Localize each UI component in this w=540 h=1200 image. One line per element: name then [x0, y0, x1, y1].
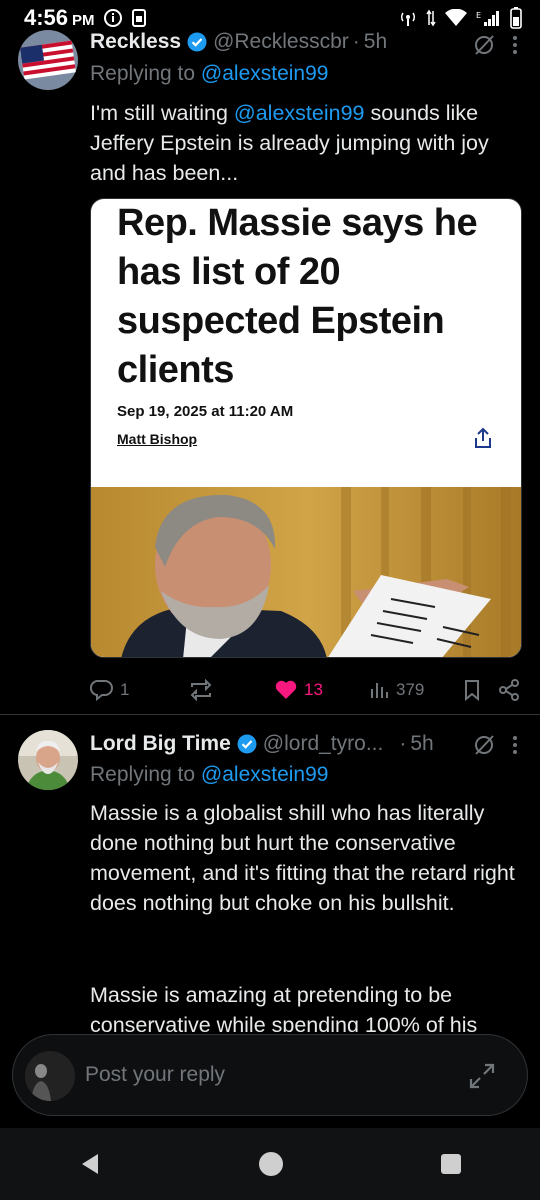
android-nav-bar [0, 1128, 540, 1200]
home-icon[interactable] [257, 1150, 285, 1178]
replying-to: Replying to @alexstein99 [90, 62, 329, 85]
timestamp[interactable]: 5h [410, 732, 433, 756]
views-count: 379 [396, 680, 425, 699]
user-avatar-icon [25, 1051, 75, 1101]
massie-photo-image [91, 487, 521, 657]
reply-input[interactable]: Post your reply [85, 1063, 225, 1087]
verified-badge-icon [187, 32, 207, 52]
verified-badge-icon [237, 734, 257, 754]
tweet-header: Reckless @Recklesscbr · 5h [90, 30, 387, 54]
media-image[interactable]: Rep. Massie says he has list of 20 suspe… [90, 198, 522, 658]
mention-link[interactable]: @alexstein99 [234, 101, 365, 125]
info-icon [103, 9, 122, 27]
user-avatar [25, 1051, 75, 1101]
tweet-text-paragraph-2: Massie is amazing at pretending to be co… [90, 983, 478, 1032]
article-author: Matt Bishop [117, 431, 198, 447]
handle[interactable]: @lord_tyro... [263, 732, 384, 756]
article-date: Sep 19, 2025 at 11:20 AM [117, 403, 294, 420]
article-headline: Rep. Massie says he has list of 20 suspe… [117, 202, 478, 391]
like-count: 13 [304, 680, 323, 699]
tweet-text: Massie is a globalist shill who has lite… [90, 801, 515, 915]
svg-text:E: E [476, 11, 481, 20]
expand-icon[interactable] [467, 1061, 497, 1091]
repost-icon [190, 679, 212, 701]
grok-icon[interactable] [472, 33, 496, 57]
views-icon [371, 683, 388, 698]
status-time: 4:56 PM [24, 5, 95, 30]
hotspot-icon [400, 12, 416, 26]
heart-icon [275, 680, 297, 699]
replying-to: Replying to @alexstein99 [90, 763, 329, 786]
sim-icon [131, 9, 146, 27]
grok-icon[interactable] [472, 733, 496, 757]
separator-dot: · [399, 732, 407, 755]
more-options-icon[interactable] [512, 34, 518, 56]
like-button[interactable]: 13 [274, 679, 323, 701]
tweet-text: I'm still waiting @alexstein99 sounds li… [90, 101, 489, 185]
reply-icon [90, 679, 113, 701]
action-bar: 1 13 379 [90, 676, 520, 704]
recents-icon[interactable] [439, 1152, 463, 1176]
replying-to-link[interactable]: @alexstein99 [201, 763, 329, 786]
more-options-icon[interactable] [512, 734, 518, 756]
wifi-icon [445, 9, 467, 26]
avatar[interactable] [18, 30, 78, 90]
separator-dot: · [352, 30, 360, 53]
share-icon [499, 679, 519, 701]
data-arrows-icon [426, 9, 436, 27]
handle[interactable]: @Recklesscbr [213, 30, 349, 54]
reply-count: 1 [120, 680, 130, 699]
signal-icon: E [476, 11, 499, 26]
reply-button[interactable]: 1 [90, 679, 129, 701]
back-icon[interactable] [77, 1151, 103, 1177]
repost-button[interactable] [188, 679, 220, 701]
replying-to-link[interactable]: @alexstein99 [201, 62, 329, 85]
american-flag-avatar-icon [18, 30, 78, 90]
bookmark-icon [465, 680, 479, 701]
timestamp[interactable]: 5h [364, 30, 387, 54]
tweet-header: Lord Big Time @lord_tyro... · 5h [90, 732, 434, 756]
display-name[interactable]: Reckless [90, 30, 181, 54]
bookmark-button[interactable] [462, 679, 482, 701]
article-share-icon [475, 427, 491, 448]
profile-photo-icon [18, 730, 78, 790]
battery-icon [510, 7, 522, 29]
views-button[interactable]: 379 [368, 679, 424, 701]
display-name[interactable]: Lord Big Time [90, 732, 231, 756]
share-button[interactable] [498, 679, 520, 701]
avatar[interactable] [18, 730, 78, 790]
divider [0, 714, 540, 715]
reply-composer[interactable]: Post your reply [12, 1034, 528, 1116]
